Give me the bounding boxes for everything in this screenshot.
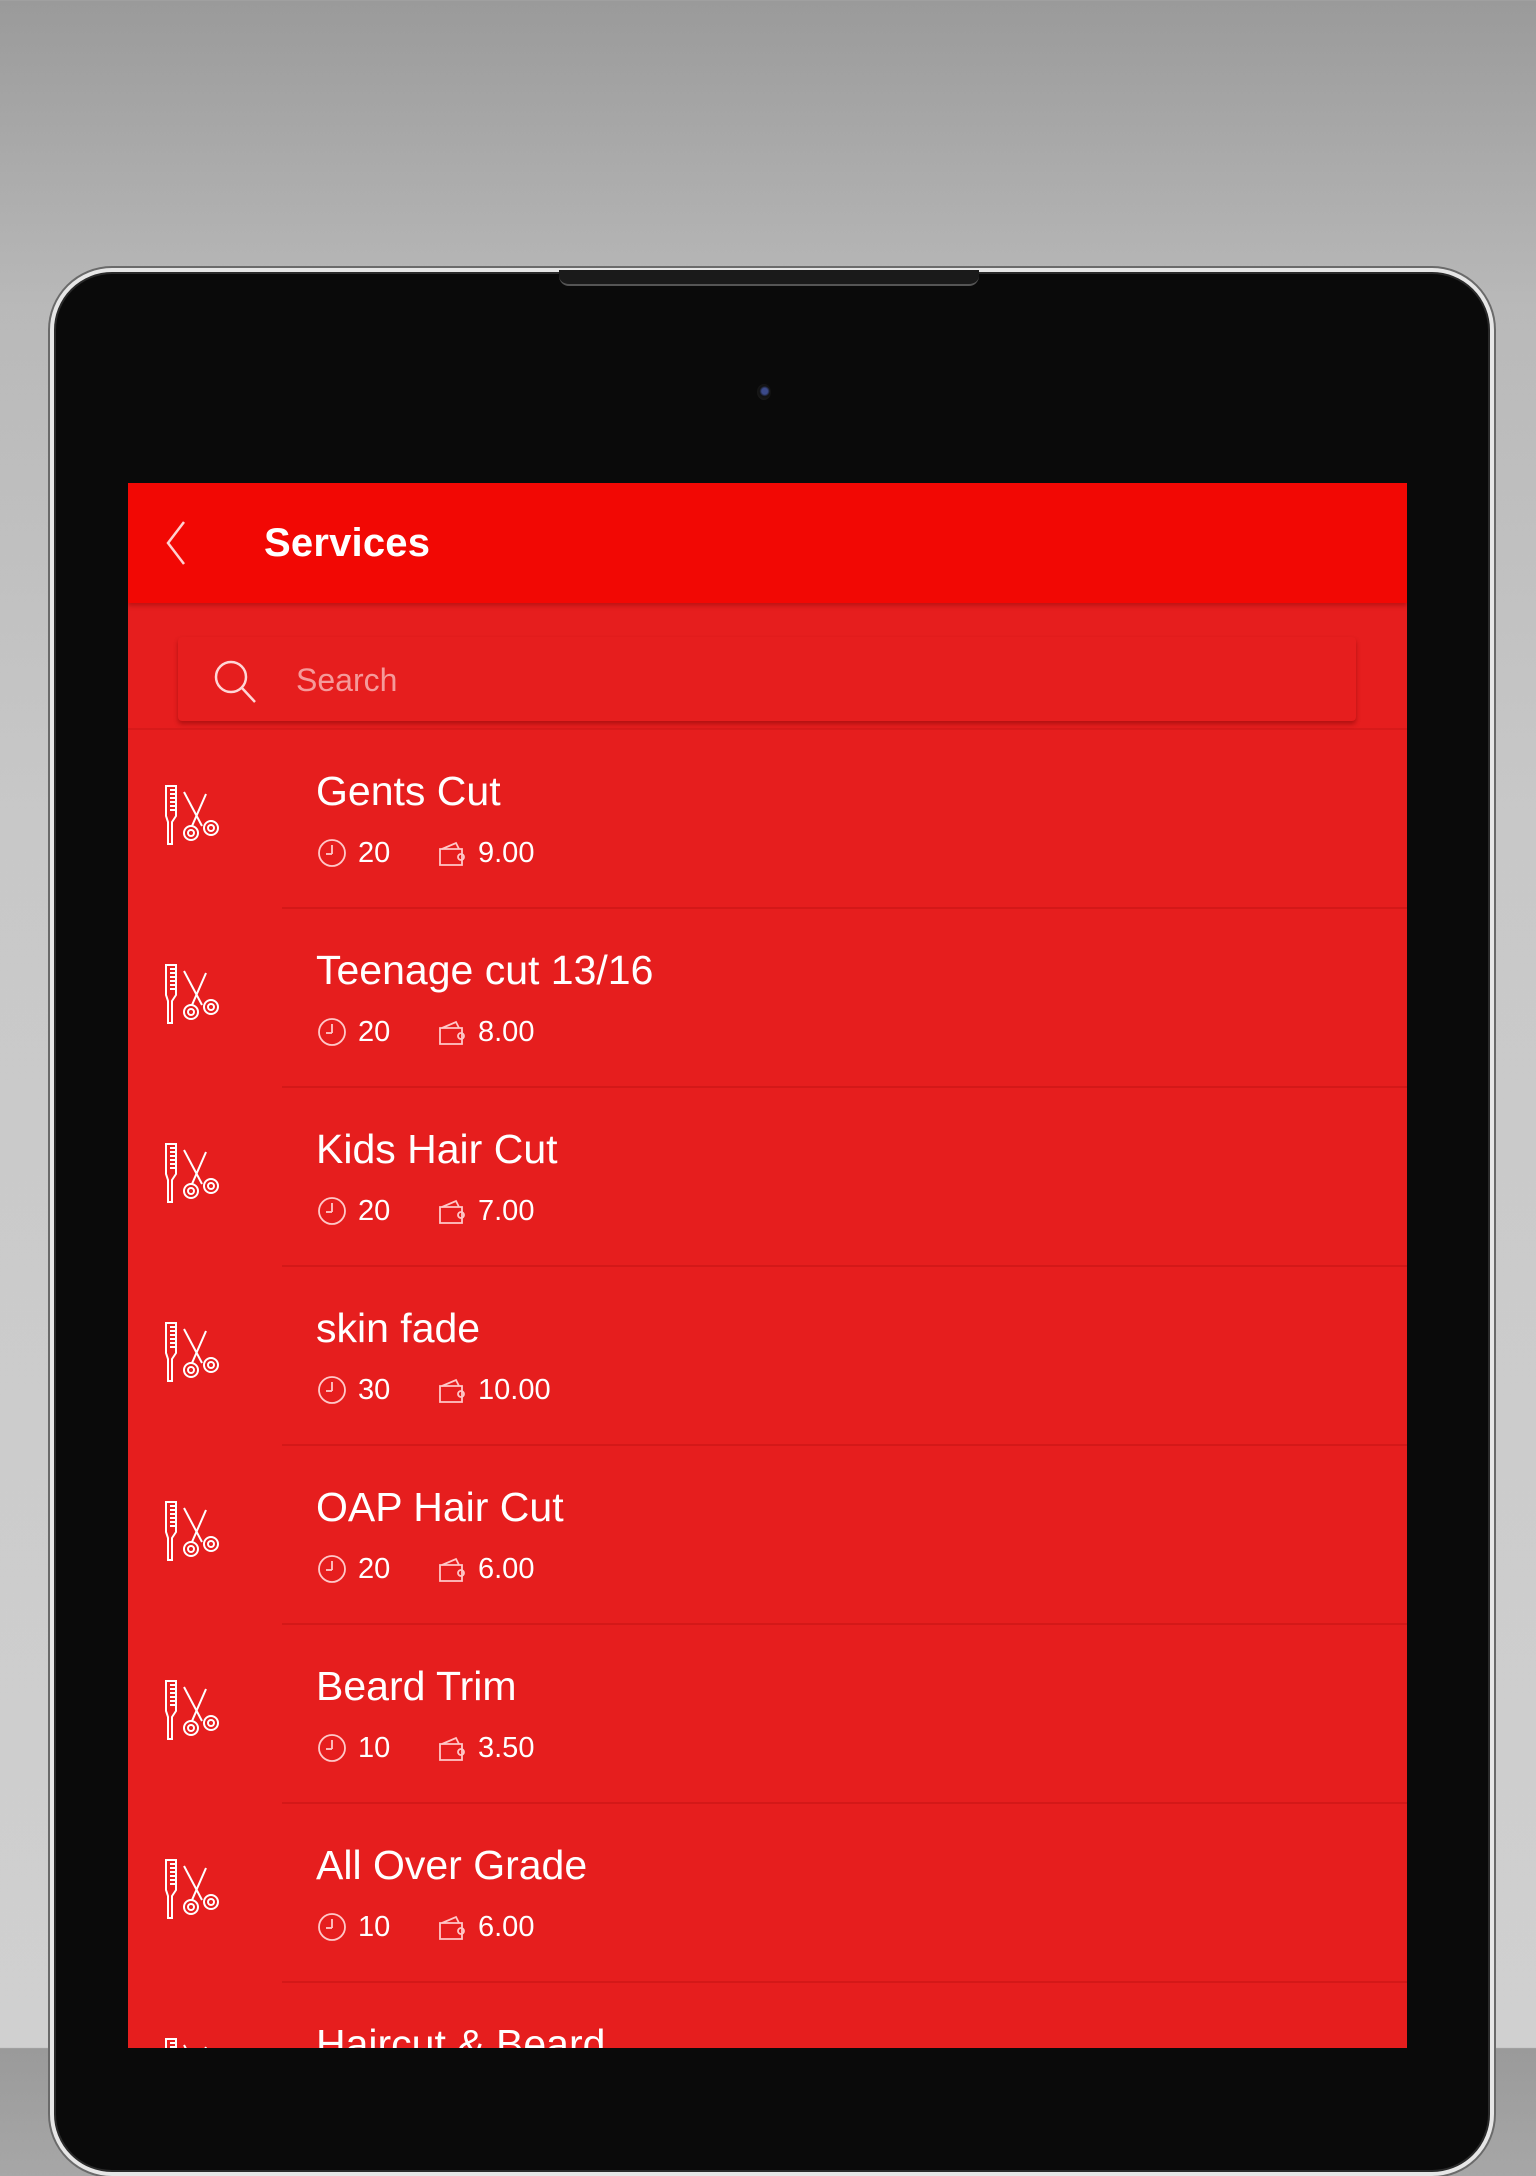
service-price: 3.50 xyxy=(478,1731,535,1764)
service-duration: 20 xyxy=(358,836,391,869)
service-price: 7.00 xyxy=(478,1194,535,1227)
service-list-item[interactable]: skin fade 30 10.00 xyxy=(128,1267,1407,1446)
search-input[interactable] xyxy=(294,651,1338,709)
comb-scissors-icon xyxy=(165,1322,219,1382)
service-duration: 10 xyxy=(358,1910,391,1943)
service-meta: 10 6.00 xyxy=(316,1910,534,1944)
app-screen: Services Gents Cut xyxy=(128,483,1407,2048)
service-name: OAP Hair Cut xyxy=(316,1484,564,1530)
service-price: 6.00 xyxy=(478,1910,535,1943)
comb-scissors-icon xyxy=(165,1143,219,1203)
service-price: 10.00 xyxy=(478,1373,551,1406)
search-bar[interactable] xyxy=(178,637,1356,721)
clock-icon xyxy=(318,1555,346,1583)
service-duration: 20 xyxy=(358,1552,391,1585)
service-meta: 20 7.00 xyxy=(316,1194,534,1228)
service-duration: 30 xyxy=(358,1373,391,1406)
front-camera xyxy=(757,384,771,400)
wallet-icon xyxy=(439,1915,465,1940)
comb-scissors-icon xyxy=(165,1501,219,1561)
service-list-item[interactable]: Beard Trim 10 3.50 xyxy=(128,1625,1407,1804)
wallet-icon xyxy=(439,1020,465,1045)
service-name: All Over Grade xyxy=(316,1842,588,1888)
service-price: 8.00 xyxy=(478,1015,535,1048)
service-list-item[interactable]: Haircut & Beard xyxy=(128,1983,1407,2048)
service-meta: 20 9.00 xyxy=(316,836,534,870)
service-name: Teenage cut 13/16 xyxy=(316,947,654,993)
service-list-item[interactable]: OAP Hair Cut 20 6.00 xyxy=(128,1446,1407,1625)
service-duration: 20 xyxy=(358,1194,391,1227)
service-meta: 30 10.00 xyxy=(316,1373,551,1407)
clock-icon xyxy=(318,1734,346,1762)
comb-scissors-icon xyxy=(165,1680,219,1740)
services-list: Gents Cut 20 9.00 Teenage cut 13/16 20 8… xyxy=(128,730,1407,2048)
service-list-item[interactable]: All Over Grade 10 6.00 xyxy=(128,1804,1407,1983)
wallet-icon xyxy=(439,1378,465,1403)
clock-icon xyxy=(318,1376,346,1404)
service-name: Gents Cut xyxy=(316,768,501,814)
chevron-left-icon xyxy=(166,521,185,565)
service-list-item[interactable]: Teenage cut 13/16 20 8.00 xyxy=(128,909,1407,1088)
search-icon xyxy=(214,660,256,703)
app-bar: Services xyxy=(128,483,1407,603)
service-price: 6.00 xyxy=(478,1552,535,1585)
service-duration: 20 xyxy=(358,1015,391,1048)
clock-icon xyxy=(318,1197,346,1225)
service-duration: 10 xyxy=(358,1731,391,1764)
clock-icon xyxy=(318,1018,346,1046)
service-name: Haircut & Beard xyxy=(316,2021,606,2048)
wallet-icon xyxy=(439,1736,465,1761)
service-name: Kids Hair Cut xyxy=(316,1126,558,1172)
clock-icon xyxy=(318,1913,346,1941)
wallet-icon xyxy=(439,1557,465,1582)
service-meta: 10 3.50 xyxy=(316,1731,534,1765)
service-list-item[interactable]: Kids Hair Cut 20 7.00 xyxy=(128,1088,1407,1267)
comb-scissors-icon xyxy=(165,2038,207,2048)
clock-icon xyxy=(318,839,346,867)
wallet-icon xyxy=(439,1199,465,1224)
service-meta: 20 8.00 xyxy=(316,1015,534,1049)
wallet-icon xyxy=(439,841,465,866)
device-notch xyxy=(559,270,979,286)
service-name: skin fade xyxy=(316,1305,481,1351)
service-price: 9.00 xyxy=(478,836,535,869)
page-title: Services xyxy=(264,521,431,565)
service-name: Beard Trim xyxy=(316,1663,517,1709)
comb-scissors-icon xyxy=(165,964,219,1024)
service-meta: 20 6.00 xyxy=(316,1552,534,1586)
back-button[interactable] xyxy=(158,518,198,568)
search-section xyxy=(128,603,1407,730)
comb-scissors-icon xyxy=(165,785,219,845)
comb-scissors-icon xyxy=(165,1859,219,1919)
service-list-item[interactable]: Gents Cut 20 9.00 xyxy=(128,730,1407,909)
